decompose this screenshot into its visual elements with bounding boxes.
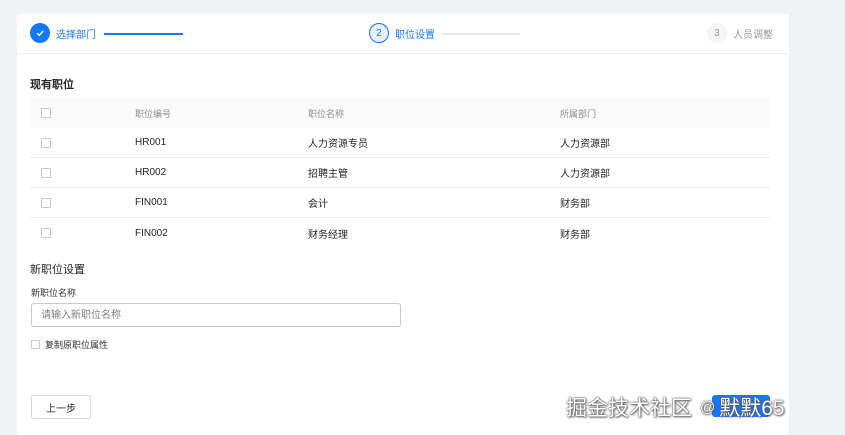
table-row[interactable]: FIN002 财务经理 财务部 <box>30 218 770 248</box>
copy-attributes-option[interactable]: 复制原职位属性 <box>31 338 108 351</box>
table-header: 职位编号 职位名称 所属部门 <box>30 98 770 128</box>
watermark-at: @ <box>700 398 716 416</box>
position-code: FIN001 <box>135 197 168 208</box>
step-select-department[interactable]: 选择部门 <box>30 23 96 43</box>
main-card: 选择部门 2 职位设置 3 人员调整 现有职位 职位编号 职位名称 所属部门 H… <box>17 14 789 435</box>
position-name: 人力资源专员 <box>308 139 368 150</box>
step-title: 人员调整 <box>733 29 773 41</box>
step-title: 职位设置 <box>395 29 435 41</box>
step-number: 2 <box>369 23 389 43</box>
row-checkbox[interactable] <box>41 228 51 238</box>
position-department: 财务部 <box>560 199 590 210</box>
table-row[interactable]: FIN001 会计 财务部 <box>30 188 770 218</box>
column-header: 职位名称 <box>308 108 345 119</box>
steps-bar: 选择部门 2 职位设置 3 人员调整 <box>17 14 789 54</box>
copy-attributes-label: 复制原职位属性 <box>45 340 109 350</box>
position-department: 财务部 <box>560 229 590 241</box>
column-header: 职位编号 <box>135 108 172 119</box>
positions-table: 职位编号 职位名称 所属部门 HR001 人力资源专员 人力资源部 HR002 … <box>30 98 770 248</box>
copy-attributes-checkbox[interactable] <box>31 340 40 349</box>
check-icon <box>30 23 50 43</box>
step-position-settings[interactable]: 2 职位设置 <box>369 23 435 43</box>
table-row[interactable]: HR002 招聘主管 人力资源部 <box>30 158 770 188</box>
watermark-site: 掘金技术社区 <box>566 397 692 420</box>
row-checkbox[interactable] <box>41 167 51 178</box>
position-department: 人力资源部 <box>560 169 610 180</box>
step-connector <box>104 33 183 35</box>
existing-positions-title: 现有职位 <box>30 79 74 91</box>
step-staff-adjustment[interactable]: 3 人员调整 <box>707 23 773 43</box>
new-position-name-label: 新职位名称 <box>31 288 77 298</box>
row-checkbox[interactable] <box>41 197 51 208</box>
watermark-author: 默默65 <box>719 397 785 420</box>
previous-step-button[interactable]: 上一步 <box>31 395 91 419</box>
position-name: 会计 <box>308 199 328 210</box>
new-position-name-input[interactable] <box>31 303 401 327</box>
step-title: 选择部门 <box>56 29 96 41</box>
position-code: HR002 <box>135 167 167 178</box>
select-all-checkbox[interactable] <box>41 108 51 118</box>
position-code: HR001 <box>135 137 167 148</box>
row-checkbox[interactable] <box>41 137 51 148</box>
position-name: 招聘主管 <box>308 169 348 180</box>
column-header: 所属部门 <box>560 108 597 119</box>
table-row[interactable]: HR001 人力资源专员 人力资源部 <box>30 128 770 158</box>
position-name: 财务经理 <box>308 229 348 241</box>
new-position-title: 新职位设置 <box>30 264 85 276</box>
step-connector <box>442 33 520 35</box>
watermark: 掘金技术社区 @ 默默65 <box>566 392 785 422</box>
position-code: FIN002 <box>135 227 168 239</box>
position-department: 人力资源部 <box>560 139 610 150</box>
step-number: 3 <box>707 23 727 43</box>
